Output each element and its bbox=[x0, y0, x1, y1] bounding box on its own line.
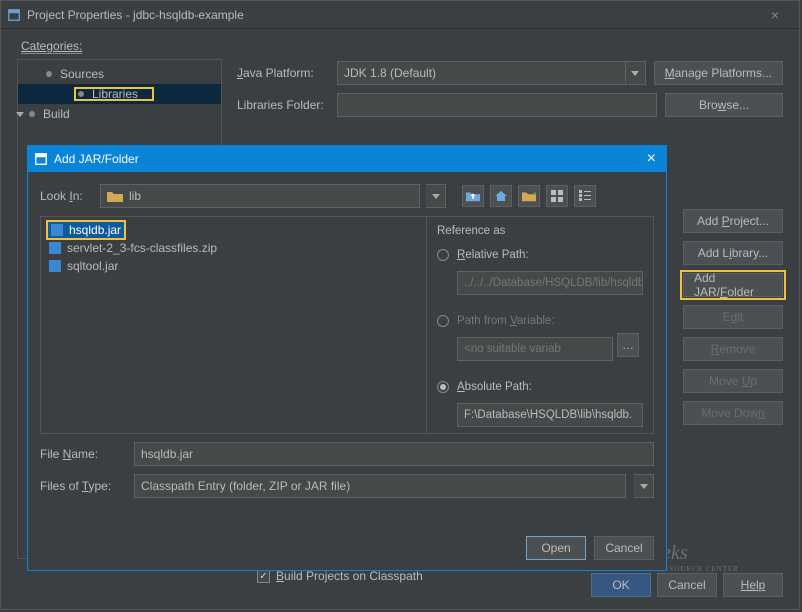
file-name-input[interactable]: hsqldb.jar bbox=[134, 442, 654, 466]
file-item-hsqldb[interactable]: hsqldb.jar bbox=[47, 221, 125, 239]
help-button[interactable]: Help bbox=[723, 573, 783, 597]
tree-item-sources[interactable]: Sources bbox=[18, 64, 221, 84]
detail-view-icon[interactable] bbox=[574, 185, 596, 207]
remove-button: Remove bbox=[683, 337, 783, 361]
files-of-type-label: Files of Type: bbox=[40, 479, 126, 493]
window-title: Project Properties - jdbc-hsqldb-example bbox=[27, 8, 757, 22]
edit-button: Edit bbox=[683, 305, 783, 329]
tree-item-libraries[interactable]: Libraries bbox=[18, 84, 221, 104]
file-item-sqltool[interactable]: sqltool.jar bbox=[41, 257, 426, 275]
checkbox-icon[interactable]: ✓ bbox=[257, 570, 270, 583]
manage-platforms-button[interactable]: Manage Platforms... bbox=[654, 61, 783, 85]
look-in-dropdown-icon[interactable] bbox=[426, 184, 446, 208]
file-list[interactable]: hsqldb.jar servlet-2_3-fcs-classfiles.zi… bbox=[41, 217, 426, 433]
file-icon bbox=[49, 242, 61, 254]
add-jar-dialog: Add JAR/Folder × Look In: lib ✦ bbox=[27, 145, 667, 571]
java-platform-combo[interactable]: JDK 1.8 (Default) bbox=[337, 61, 626, 85]
look-in-combo[interactable]: lib bbox=[100, 184, 420, 208]
libraries-folder-input[interactable] bbox=[337, 93, 657, 117]
list-view-icon[interactable] bbox=[546, 185, 568, 207]
look-in-label: Look In: bbox=[40, 189, 94, 203]
path-variable-browse-button: … bbox=[617, 333, 639, 357]
absolute-path-radio[interactable]: Absolute Path: bbox=[437, 375, 643, 399]
close-icon[interactable]: × bbox=[757, 7, 793, 23]
modal-cancel-button[interactable]: Cancel bbox=[594, 536, 654, 560]
path-variable-field: <no suitable variab bbox=[457, 337, 613, 361]
dialog-close-icon[interactable]: × bbox=[643, 150, 660, 168]
build-projects-checkbox-row[interactable]: ✓ Build Projects on Classpath bbox=[257, 569, 423, 583]
radio-icon bbox=[437, 249, 449, 261]
add-library-button[interactable]: Add Library... bbox=[683, 241, 783, 265]
tree-item-build[interactable]: Build bbox=[18, 104, 221, 124]
radio-icon bbox=[437, 315, 449, 327]
ok-button[interactable]: OK bbox=[591, 573, 651, 597]
dialog-title: Add JAR/Folder bbox=[54, 152, 643, 166]
svg-text:✦: ✦ bbox=[532, 190, 536, 198]
relative-path-radio[interactable]: Relative Path: bbox=[437, 243, 643, 267]
path-from-variable-radio: Path from Variable: bbox=[437, 309, 643, 333]
file-name-label: File Name: bbox=[40, 447, 126, 461]
open-button[interactable]: Open bbox=[526, 536, 586, 560]
java-platform-dropdown-icon[interactable] bbox=[626, 61, 646, 85]
files-of-type-combo[interactable]: Classpath Entry (folder, ZIP or JAR file… bbox=[134, 474, 626, 498]
file-item-servlet[interactable]: servlet-2_3-fcs-classfiles.zip bbox=[41, 239, 426, 257]
categories-label: Categories: bbox=[21, 39, 82, 53]
files-of-type-dropdown-icon[interactable] bbox=[634, 474, 654, 498]
dialog-icon bbox=[34, 152, 48, 166]
new-folder-icon[interactable]: ✦ bbox=[518, 185, 540, 207]
move-up-button: Move Up bbox=[683, 369, 783, 393]
reference-as-label: Reference as bbox=[437, 225, 643, 237]
app-icon bbox=[7, 8, 21, 22]
libraries-folder-label: Libraries Folder: bbox=[237, 98, 337, 112]
add-project-button[interactable]: Add Project... bbox=[683, 209, 783, 233]
home-icon[interactable] bbox=[490, 185, 512, 207]
file-icon bbox=[51, 224, 63, 236]
folder-icon bbox=[107, 190, 123, 202]
java-platform-label: Java Platform: bbox=[237, 66, 337, 80]
relative-path-field: ../../../Database/HSQLDB/lib/hsqldb bbox=[457, 271, 643, 295]
file-icon bbox=[49, 260, 61, 272]
browse-button[interactable]: Browse... bbox=[665, 93, 783, 117]
cancel-button[interactable]: Cancel bbox=[657, 573, 717, 597]
up-folder-icon[interactable] bbox=[462, 185, 484, 207]
radio-icon bbox=[437, 381, 449, 393]
move-down-button: Move Down bbox=[683, 401, 783, 425]
absolute-path-field: F:\Database\HSQLDB\lib\hsqldb. bbox=[457, 403, 643, 427]
add-jar-folder-button[interactable]: Add JAR/Folder bbox=[683, 273, 783, 297]
